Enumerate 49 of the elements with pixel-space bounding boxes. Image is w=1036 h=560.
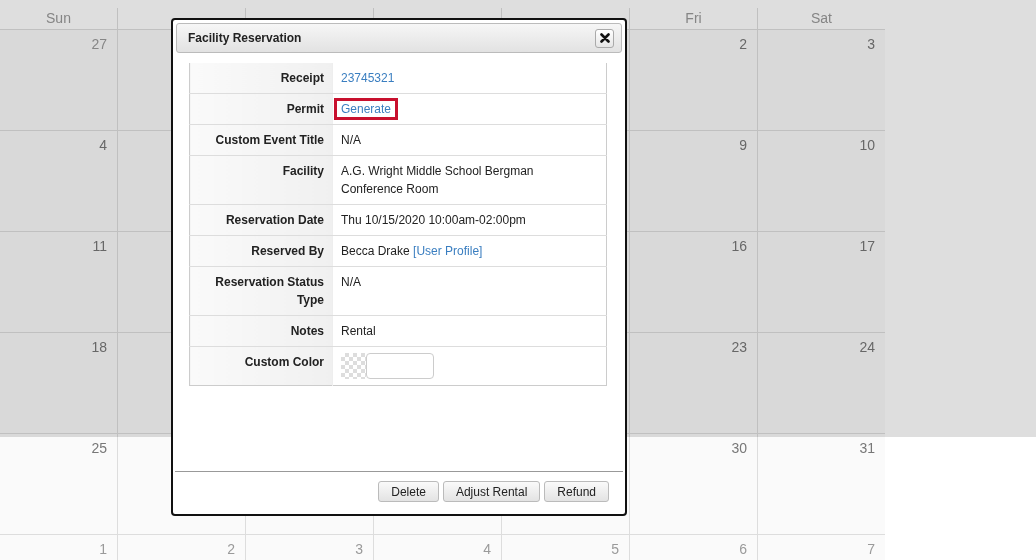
field-value: N/A bbox=[341, 275, 361, 289]
field-label: Facility bbox=[189, 155, 333, 205]
day-number[interactable]: 6 bbox=[739, 541, 747, 557]
field-value: A.G. Wright Middle School Bergman Conference Room bbox=[341, 164, 534, 196]
day-number[interactable]: 1 bbox=[99, 541, 107, 557]
day-number[interactable]: 9 bbox=[739, 137, 747, 153]
day-number[interactable]: 5 bbox=[611, 541, 619, 557]
field-label: Notes bbox=[189, 315, 333, 347]
field-label: Reserved By bbox=[189, 235, 333, 267]
dialog-title: Facility Reservation bbox=[188, 31, 302, 45]
day-number[interactable]: 17 bbox=[859, 238, 875, 254]
day-number[interactable]: 3 bbox=[355, 541, 363, 557]
day-number[interactable]: 3 bbox=[867, 36, 875, 52]
day-number[interactable]: 7 bbox=[867, 541, 875, 557]
day-number[interactable]: 27 bbox=[91, 36, 107, 52]
day-number[interactable]: 11 bbox=[92, 238, 107, 254]
field-value: Thu 10/15/2020 10:00am-02:00pm bbox=[341, 213, 526, 227]
day-number[interactable]: 25 bbox=[91, 440, 107, 456]
field-label: Custom Event Title bbox=[189, 124, 333, 156]
day-number[interactable]: 30 bbox=[731, 440, 747, 456]
day-number[interactable]: 10 bbox=[859, 137, 875, 153]
weekday-label: Sat bbox=[811, 10, 832, 26]
dialog-button[interactable]: Refund bbox=[544, 481, 609, 502]
field-label: Reservation Date bbox=[189, 204, 333, 236]
field-label: Custom Color bbox=[189, 346, 333, 386]
day-number[interactable]: 4 bbox=[483, 541, 491, 557]
weekday-label: Fri bbox=[685, 10, 702, 26]
day-number[interactable]: 4 bbox=[99, 137, 107, 153]
weekday-label: Sun bbox=[46, 10, 71, 26]
day-number[interactable]: 24 bbox=[859, 339, 875, 355]
day-number[interactable]: 2 bbox=[739, 36, 747, 52]
field-label: Receipt bbox=[189, 63, 333, 94]
color-input-field[interactable] bbox=[366, 353, 434, 379]
day-number[interactable]: 23 bbox=[731, 339, 747, 355]
close-button[interactable] bbox=[595, 28, 614, 48]
day-number[interactable]: 2 bbox=[227, 541, 235, 557]
day-number[interactable]: 16 bbox=[731, 238, 747, 254]
link[interactable]: 23745321 bbox=[341, 71, 395, 85]
user-profile-link[interactable]: [User Profile] bbox=[413, 244, 483, 258]
field-label: Reservation Status Type bbox=[189, 266, 333, 316]
field-value: Rental bbox=[341, 324, 376, 338]
field-value: N/A bbox=[341, 133, 361, 147]
close-icon bbox=[599, 33, 610, 43]
dialog-button[interactable]: Adjust Rental bbox=[442, 481, 541, 502]
day-number[interactable]: 18 bbox=[91, 339, 107, 355]
field-label: Permit bbox=[189, 93, 333, 125]
day-number[interactable]: 31 bbox=[859, 440, 875, 456]
dialog-button[interactable]: Delete bbox=[378, 481, 439, 502]
field-value: Becca Drake bbox=[341, 244, 410, 258]
